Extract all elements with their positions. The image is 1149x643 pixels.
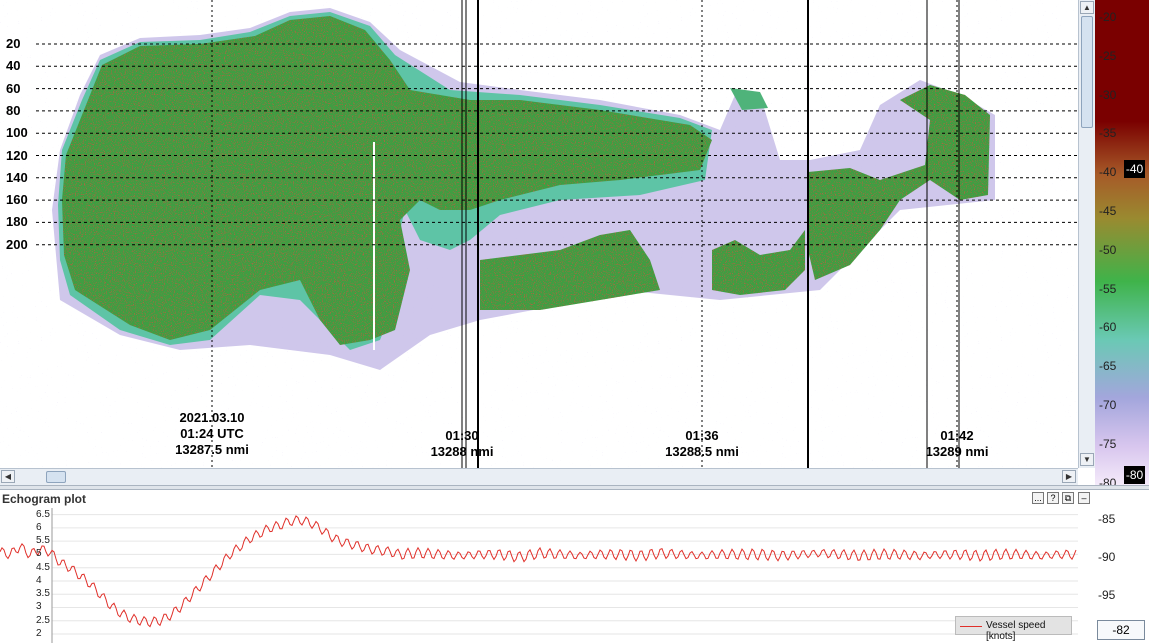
depth-label: 20 bbox=[6, 36, 21, 51]
speed-tick-label: 6 bbox=[36, 521, 42, 533]
color-scale-label: -55 bbox=[1099, 281, 1117, 296]
color-scale-label: -40 bbox=[1099, 165, 1117, 180]
right-axis-label: -85 bbox=[1098, 512, 1116, 526]
time-marker-distance: 13288.5 nmi bbox=[665, 444, 739, 459]
color-scale-marker: -40 bbox=[1124, 160, 1145, 178]
color-scale-label: -25 bbox=[1099, 48, 1117, 63]
color-scale-label: -50 bbox=[1099, 242, 1117, 257]
time-marker-time: 01:30 bbox=[445, 428, 479, 443]
legend-line-swatch bbox=[960, 626, 982, 627]
color-scale: -20 -25 -30 -35 -40 -45 -50 -55 -60 -65 -70 -75 -80 … bbox=[1095, 0, 1149, 490]
horizontal-scroll-thumb[interactable] bbox=[46, 471, 66, 483]
plot-legend: Vessel speed [knots] bbox=[955, 616, 1072, 642]
depth-label: 100 bbox=[6, 125, 28, 141]
vertical-scrollbar[interactable]: ▲ ▼ bbox=[1078, 0, 1095, 468]
color-scale-label: -65 bbox=[1099, 359, 1117, 374]
time-marker-time: 01:36 bbox=[685, 428, 719, 443]
vessel-speed-line bbox=[0, 515, 1077, 628]
speed-tick-label: 2 bbox=[36, 628, 42, 639]
speed-tick-label: 4 bbox=[36, 574, 42, 586]
color-scale-label: -35 bbox=[1099, 126, 1117, 141]
time-marker-time: 01:42 bbox=[940, 428, 974, 443]
time-marker-label: 2021.03.10 01:24 UTC 13287.5 nmi bbox=[167, 410, 257, 458]
echogram-view[interactable]: 20 40 60 80 100 120 140 160 180 200 2021.03.10 01:… bbox=[0, 0, 1078, 468]
speed-tick-label: 5.5 bbox=[36, 535, 50, 547]
depth-label: 180 bbox=[6, 214, 28, 230]
undock-button[interactable]: ⧉ bbox=[1062, 492, 1074, 504]
time-marker-label: 01:42 13289 nmi bbox=[912, 428, 1002, 460]
panel-title: Echogram plot bbox=[2, 492, 87, 506]
time-marker-label: 01:30 13288 nmi bbox=[417, 428, 507, 460]
echogram-plot-panel: Echogram plot ... ? ⧉ – 6.5 6 5.5 5 4.5 4 3.5 3… bbox=[0, 490, 1149, 643]
depth-label: 40 bbox=[6, 58, 21, 74]
time-marker-label: 01:36 13288.5 nmi bbox=[657, 428, 747, 460]
time-marker-date: 2021.03.10 bbox=[179, 410, 245, 425]
color-scale-min-marker: -80 bbox=[1124, 466, 1145, 484]
color-scale-label: -20 bbox=[1099, 10, 1117, 24]
depth-label: 60 bbox=[6, 80, 21, 96]
speed-tick-label: 6.5 bbox=[36, 508, 50, 520]
color-scale-label: -75 bbox=[1099, 436, 1117, 451]
speed-tick-label: 5 bbox=[36, 548, 42, 560]
depth-label: 160 bbox=[6, 192, 28, 208]
time-marker-distance: 13288 nmi bbox=[430, 444, 494, 459]
depth-label: 200 bbox=[6, 236, 28, 252]
depth-label: 80 bbox=[6, 102, 21, 118]
right-axis-label: -95 bbox=[1098, 588, 1116, 602]
scroll-right-icon[interactable]: ▶ bbox=[1062, 470, 1076, 483]
help-button[interactable]: ? bbox=[1047, 492, 1059, 504]
speed-plot bbox=[0, 508, 1078, 643]
horizontal-scrollbar[interactable]: ◀ ▶ bbox=[0, 468, 1078, 485]
color-scale-label: -45 bbox=[1099, 204, 1117, 218]
more-options-button[interactable]: ... bbox=[1032, 492, 1044, 504]
time-marker-distance: 13289 nmi bbox=[925, 444, 989, 459]
scroll-down-icon[interactable]: ▼ bbox=[1080, 453, 1094, 466]
speed-tick-label: 3.5 bbox=[36, 588, 50, 600]
color-scale-label: -60 bbox=[1099, 320, 1117, 335]
color-scale-label: -70 bbox=[1099, 398, 1117, 412]
depth-label: 120 bbox=[6, 147, 28, 163]
minimize-button[interactable]: – bbox=[1078, 492, 1090, 504]
color-scale-label: -30 bbox=[1099, 87, 1117, 102]
speed-tick-label: 4.5 bbox=[36, 561, 50, 573]
legend-label: Vessel speed [knots] bbox=[986, 620, 1046, 642]
speed-tick-label: 2.5 bbox=[36, 614, 50, 626]
right-axis-label: -90 bbox=[1098, 550, 1116, 564]
echogram-canvas bbox=[0, 0, 1078, 468]
value-readout: -82 bbox=[1097, 620, 1145, 640]
depth-label: 140 bbox=[6, 169, 28, 185]
scroll-left-icon[interactable]: ◀ bbox=[1, 470, 15, 483]
speed-tick-label: 3 bbox=[36, 601, 42, 613]
scroll-up-icon[interactable]: ▲ bbox=[1080, 1, 1094, 14]
time-marker-time: 01:24 UTC bbox=[180, 426, 244, 441]
time-marker-distance: 13287.5 nmi bbox=[175, 442, 249, 457]
vertical-scroll-thumb[interactable] bbox=[1081, 16, 1093, 128]
